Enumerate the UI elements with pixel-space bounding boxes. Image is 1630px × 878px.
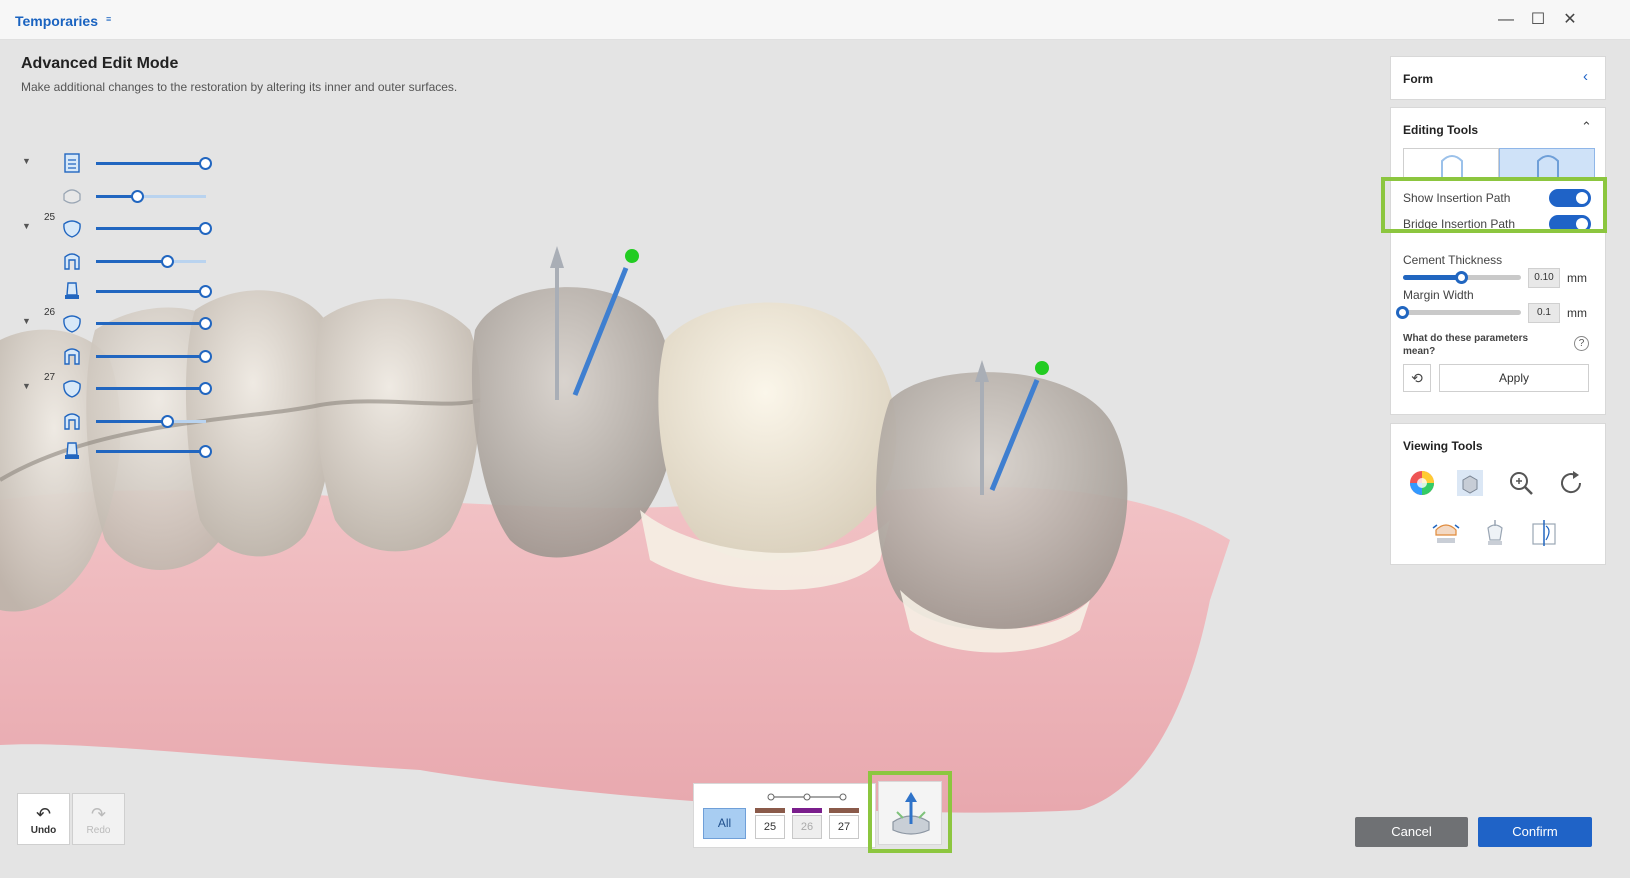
abutment-icon[interactable] — [60, 439, 84, 463]
redo-label: Redo — [86, 825, 111, 836]
undo-label: Undo — [30, 825, 57, 836]
arch-expand-icon[interactable] — [1431, 518, 1461, 548]
expand-caret-icon[interactable]: ▼ — [22, 221, 31, 231]
viewing-tools-card: Viewing Tools — [1390, 423, 1606, 565]
layer-opacity-slider[interactable] — [96, 350, 212, 363]
layer-row-jaw[interactable]: ▼ — [18, 151, 212, 175]
collapse-chevron-icon[interactable]: ‹ — [1583, 68, 1588, 85]
editing-tools-label: Editing Tools — [1403, 123, 1479, 137]
layer-opacity-slider[interactable] — [96, 222, 212, 235]
jaw-scan-icon[interactable] — [60, 151, 84, 175]
tool-highlight-box — [868, 771, 952, 853]
layer-opacity-slider[interactable] — [96, 190, 206, 203]
editing-tools-card: Editing Tools ⌃ Show Insertion Path Brid… — [1390, 107, 1606, 415]
zoom-icon[interactable] — [1506, 468, 1536, 498]
layer-row-inner-25[interactable] — [18, 249, 206, 273]
crown-icon[interactable] — [60, 216, 84, 240]
layer-opacity-slider[interactable] — [96, 445, 212, 458]
window-title: Temporaries — [15, 13, 98, 29]
layer-row-inner-26[interactable] — [18, 344, 212, 368]
expand-caret-icon[interactable]: ▼ — [22, 156, 31, 166]
insertion-path-handle-27[interactable] — [1035, 361, 1049, 375]
viewing-tools-label: Viewing Tools — [1403, 439, 1483, 453]
color-wheel-icon[interactable] — [1407, 468, 1437, 498]
layer-opacity-slider[interactable] — [96, 415, 206, 428]
confirm-button[interactable]: Confirm — [1478, 817, 1592, 847]
solid-view-icon[interactable] — [1455, 468, 1485, 498]
cancel-button[interactable]: Cancel — [1355, 817, 1468, 847]
undo-icon: ↶ — [35, 804, 52, 824]
help-icon[interactable]: ? — [1574, 336, 1589, 351]
cement-thickness-unit: mm — [1567, 271, 1587, 285]
outer-surface-tab[interactable] — [1403, 148, 1499, 179]
app-window: Temporaries ≡ — ☐ ✕ Advanced Edit Mode M… — [0, 0, 1630, 878]
inner-surface-icon — [1537, 155, 1559, 179]
antagonist-icon[interactable] — [60, 184, 84, 208]
layer-row-tooth-27[interactable]: ▼ 27 — [18, 372, 212, 400]
insertion-path-handle-25[interactable] — [625, 249, 639, 263]
abutment-icon[interactable] — [60, 279, 84, 303]
collapse-caret-icon[interactable]: ⌃ — [1581, 119, 1592, 135]
redo-icon: ↷ — [90, 804, 107, 824]
tooth-color-bar — [755, 808, 785, 813]
dental-scene[interactable] — [0, 40, 1630, 878]
minimize-icon[interactable]: — — [1496, 10, 1516, 30]
layer-opacity-slider[interactable] — [96, 157, 212, 170]
form-card[interactable]: Form ‹ — [1390, 56, 1606, 100]
inner-surface-tab[interactable] — [1499, 148, 1595, 179]
tooth-chip-26: 26 — [792, 815, 822, 839]
close-icon[interactable]: ✕ — [1560, 10, 1580, 30]
layer-row-antagonist[interactable] — [18, 184, 206, 208]
inner-surface-icon[interactable] — [60, 409, 84, 433]
tooth-chip-27[interactable]: 27 — [829, 815, 859, 839]
apply-button[interactable]: Apply — [1439, 364, 1589, 392]
inner-surface-icon[interactable] — [60, 344, 84, 368]
bridge-connector-icon — [767, 793, 847, 801]
select-all-teeth-button[interactable]: All — [703, 808, 746, 839]
tooth-color-bar — [829, 808, 859, 813]
redo-button: ↷ Redo — [72, 793, 125, 845]
parameters-help-text: What do these parameters mean? — [1403, 333, 1529, 357]
3d-viewport[interactable] — [0, 40, 1630, 878]
layer-row-inner-27[interactable] — [18, 409, 206, 433]
inner-surface-icon[interactable] — [60, 249, 84, 273]
margin-width-label: Margin Width — [1403, 288, 1474, 302]
mode-description: Make additional changes to the restorati… — [21, 80, 458, 94]
tooth-chip-25[interactable]: 25 — [755, 815, 785, 839]
layer-row-tooth-26[interactable]: ▼ 26 — [18, 307, 212, 335]
layer-opacity-slider[interactable] — [96, 255, 206, 268]
toggle-highlight-box — [1381, 177, 1607, 233]
margin-width-slider[interactable] — [1396, 306, 1521, 319]
cement-thickness-value[interactable]: 0.10 — [1528, 268, 1560, 288]
layer-opacity-slider[interactable] — [96, 317, 212, 330]
expand-caret-icon[interactable]: ▼ — [22, 381, 31, 391]
section-view-icon[interactable] — [1529, 518, 1559, 548]
layer-tooth-number: 27 — [44, 372, 56, 383]
title-bar: Temporaries ≡ — ☐ ✕ — [0, 0, 1630, 40]
crown-icon[interactable] — [60, 376, 84, 400]
margin-width-value[interactable]: 0.1 — [1528, 303, 1560, 323]
mode-title: Advanced Edit Mode — [21, 55, 179, 72]
form-label: Form — [1403, 72, 1433, 86]
layer-opacity-slider[interactable] — [96, 285, 212, 298]
crown-view-icon[interactable] — [1480, 518, 1510, 548]
cement-thickness-slider[interactable] — [1403, 271, 1521, 284]
layer-tooth-number: 25 — [44, 212, 56, 223]
layer-row-abutment-25[interactable] — [18, 279, 212, 303]
dental-arch-flag-icon: ≡ — [106, 14, 112, 24]
layer-row-tooth-25[interactable]: ▼ 25 — [18, 212, 212, 240]
layer-row-abutment-27[interactable] — [18, 439, 212, 463]
crown-icon[interactable] — [60, 311, 84, 335]
tooth-color-bar — [792, 808, 822, 813]
reset-icon[interactable]: ⟲ — [1403, 364, 1431, 392]
layer-tooth-number: 26 — [44, 307, 56, 318]
cement-thickness-label: Cement Thickness — [1403, 253, 1503, 267]
rotate-icon[interactable] — [1556, 468, 1586, 498]
undo-button[interactable]: ↶ Undo — [17, 793, 70, 845]
outer-surface-icon — [1441, 155, 1463, 179]
margin-width-unit: mm — [1567, 306, 1587, 320]
layer-opacity-slider[interactable] — [96, 382, 212, 395]
expand-caret-icon[interactable]: ▼ — [22, 316, 31, 326]
maximize-icon[interactable]: ☐ — [1528, 10, 1548, 30]
